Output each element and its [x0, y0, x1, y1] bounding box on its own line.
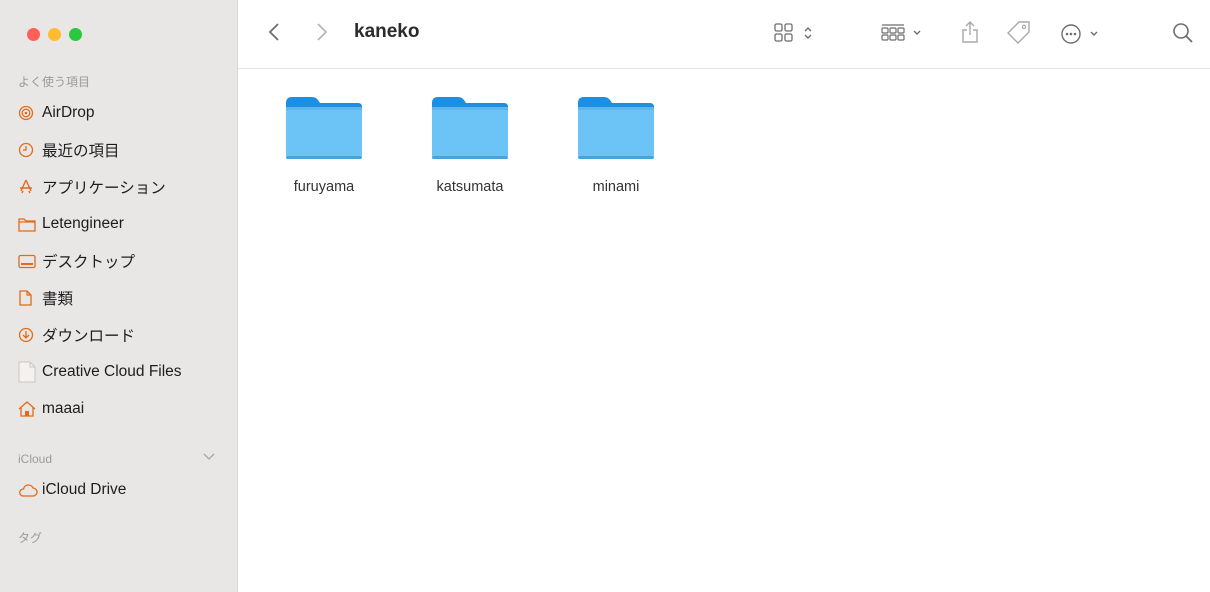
- folder-name: minami: [592, 179, 640, 195]
- folder-icon: [578, 97, 654, 159]
- folder-name: katsumata: [436, 179, 504, 195]
- sidebar-item-label: デスクトップ: [42, 254, 136, 271]
- window-controls: [27, 28, 82, 41]
- sidebar-item-label: iCloud Drive: [42, 481, 127, 498]
- sidebar-item-label: maaai: [42, 400, 85, 417]
- sidebar-item-creative-cloud-files[interactable]: Creative Cloud Files: [18, 360, 182, 384]
- sidebar-item-downloads[interactable]: ダウンロード: [18, 323, 135, 347]
- folder-item[interactable]: minami: [556, 93, 676, 195]
- search-icon[interactable]: [1172, 22, 1194, 49]
- home-icon: [18, 401, 42, 417]
- sidebar-item-label: Creative Cloud Files: [42, 363, 182, 380]
- clock-icon: [18, 142, 42, 158]
- group-by-button[interactable]: [881, 23, 925, 48]
- folder-icon: [432, 97, 508, 159]
- folder-item[interactable]: katsumata: [410, 93, 530, 195]
- group-icon: [881, 24, 905, 41]
- share-icon[interactable]: [961, 20, 979, 49]
- folder-icon: [286, 97, 362, 159]
- sidebar-item-recents[interactable]: 最近の項目: [18, 138, 120, 162]
- sidebar-item-applications[interactable]: アプリケーション: [18, 175, 166, 199]
- view-mode-button[interactable]: [774, 23, 818, 48]
- airdrop-icon: [18, 105, 42, 121]
- chevron-down-icon[interactable]: [203, 450, 215, 464]
- toolbar: kaneko: [238, 0, 1210, 69]
- sidebar-item-icloud-drive[interactable]: iCloud Drive: [18, 478, 126, 502]
- document-icon: [18, 290, 42, 306]
- sidebar-item-label: 書類: [42, 291, 74, 308]
- grid-view-icon: [774, 23, 793, 42]
- icloud-section-label: iCloud: [18, 452, 53, 466]
- folder-name: furuyama: [293, 179, 355, 195]
- ellipsis-circle-icon: [1061, 24, 1081, 44]
- sidebar-item-label: ダウンロード: [42, 328, 136, 345]
- window-title: kaneko: [354, 21, 420, 42]
- sidebar-item-label: アプリケーション: [42, 180, 166, 197]
- sidebar-item-documents[interactable]: 書類: [18, 286, 73, 310]
- more-actions-button[interactable]: [1060, 23, 1106, 50]
- minimize-window-button[interactable]: [48, 28, 61, 41]
- sidebar-item-home[interactable]: maaai: [18, 397, 84, 421]
- file-icon: [18, 361, 42, 383]
- sidebar-item-letengineer[interactable]: Letengineer: [18, 212, 124, 236]
- folder-icon: [18, 217, 42, 232]
- sidebar-item-airdrop[interactable]: AirDrop: [18, 101, 95, 125]
- sidebar-item-label: Letengineer: [42, 215, 124, 232]
- applications-icon: [18, 179, 42, 195]
- tag-icon[interactable]: [1006, 20, 1032, 51]
- favorites-section-label: よく使う項目: [18, 75, 91, 89]
- file-area: furuyama katsumata minami: [238, 69, 1210, 592]
- sidebar-item-desktop[interactable]: デスクトップ: [18, 249, 135, 273]
- download-icon: [18, 327, 42, 343]
- back-button[interactable]: [268, 22, 280, 47]
- zoom-window-button[interactable]: [69, 28, 82, 41]
- sidebar-item-label: AirDrop: [42, 104, 95, 121]
- cloud-icon: [18, 483, 42, 497]
- desktop-icon: [18, 254, 42, 269]
- folder-item[interactable]: furuyama: [264, 93, 384, 195]
- close-window-button[interactable]: [27, 28, 40, 41]
- tags-section-label: タグ: [18, 531, 43, 545]
- finder-window: よく使う項目 AirDrop 最近の項目 アプリケーション Letenginee…: [0, 0, 1210, 592]
- forward-button[interactable]: [316, 22, 328, 47]
- sidebar-item-label: 最近の項目: [42, 143, 120, 160]
- sidebar: よく使う項目 AirDrop 最近の項目 アプリケーション Letenginee…: [0, 0, 238, 592]
